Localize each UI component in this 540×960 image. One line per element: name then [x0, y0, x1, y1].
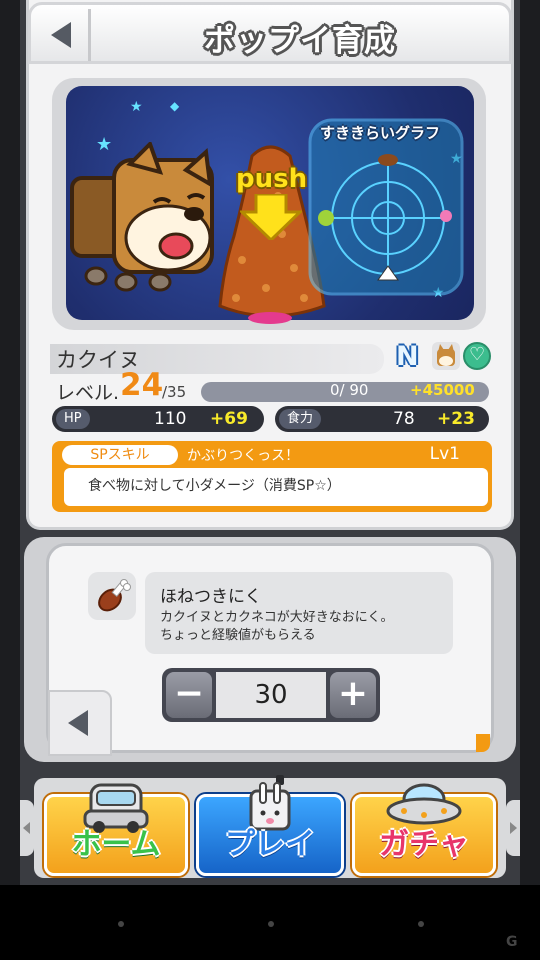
star-icon: ★: [130, 99, 143, 115]
home-label: ホーム: [71, 827, 161, 862]
item-description-line: ちょっと経験値がもらえる: [160, 628, 316, 643]
page-title: ポップイ育成: [204, 23, 396, 59]
sp-skill-name: かぶりつくっス！: [187, 448, 300, 464]
hp-value: 110: [154, 409, 187, 429]
power-stat: 食力 78 +23: [275, 406, 489, 432]
back-button[interactable]: [35, 9, 91, 61]
left-edge: [0, 0, 20, 885]
system-recents-button[interactable]: [418, 921, 424, 927]
level-max: /35: [162, 383, 187, 401]
item-description-line: カクイヌとカクネコが大好きなおにく。: [160, 610, 394, 625]
power-value: 78: [393, 409, 415, 429]
level-label: レベル.: [56, 382, 120, 404]
favorite-heart-button[interactable]: ♡: [463, 342, 491, 370]
sp-skill-description-box: 食べ物に対して小ダメージ（消費SP☆）: [64, 468, 488, 506]
item-description: カクイヌとカクネコが大好きなおにく。 ちょっと経験値がもらえる: [160, 609, 450, 645]
hp-stat: HP 110 +69: [52, 406, 264, 432]
nav-scroll-right-button[interactable]: [506, 800, 520, 856]
push-label: push: [236, 164, 308, 194]
power-bonus: +23: [437, 409, 475, 429]
sp-skill-tag: SPスキル: [62, 445, 178, 465]
sp-skill-box: SPスキル かぶりつくっス！ Lv1 食べ物に対して小ダメージ（消費SP☆）: [52, 441, 492, 512]
exp-text: 0/ 90: [330, 381, 369, 399]
sp-skill-description: 食べ物に対して小ダメージ（消費SP☆）: [88, 478, 341, 494]
shiba-face-icon: [432, 342, 460, 370]
item-back-button[interactable]: [48, 690, 112, 756]
panel-corner: [476, 734, 490, 752]
gacha-label: ガチャ: [379, 827, 469, 862]
graph-label: すききらいグラフ: [320, 124, 441, 142]
exp-bonus: +45000: [410, 381, 475, 399]
right-edge: [520, 0, 540, 885]
decrease-button[interactable]: −: [166, 672, 212, 718]
quantity-value[interactable]: 30: [216, 672, 326, 718]
star-icon: ◆: [170, 99, 180, 113]
push-arrow-icon: [240, 194, 302, 240]
sp-skill-level: Lv1: [429, 444, 460, 464]
shiba-dog-character[interactable]: [68, 142, 216, 292]
hp-bonus: +69: [210, 409, 248, 429]
item-name: ほねつきにく: [160, 587, 262, 607]
power-label: 食力: [279, 409, 322, 429]
site-watermark-logo: G: [506, 934, 518, 950]
level-value: 24: [120, 367, 164, 403]
system-back-button[interactable]: [118, 921, 124, 927]
system-home-button[interactable]: [268, 921, 274, 927]
nav-scroll-left-button[interactable]: [20, 800, 34, 856]
quantity-stepper: − 30 +: [162, 668, 380, 722]
play-button[interactable]: プレイ: [196, 782, 344, 876]
rarity-badge: N: [396, 341, 419, 372]
like-dislike-radar-graph[interactable]: [308, 118, 464, 296]
heart-icon: ♡: [469, 344, 486, 365]
home-button[interactable]: ホーム: [44, 783, 188, 876]
title-bar: ポップイ育成: [28, 2, 512, 64]
increase-button[interactable]: +: [330, 672, 376, 718]
gacha-button[interactable]: ガチャ: [352, 783, 496, 876]
bone-meat-icon: [88, 572, 136, 620]
hp-label: HP: [56, 409, 90, 429]
play-label: プレイ: [225, 827, 315, 862]
